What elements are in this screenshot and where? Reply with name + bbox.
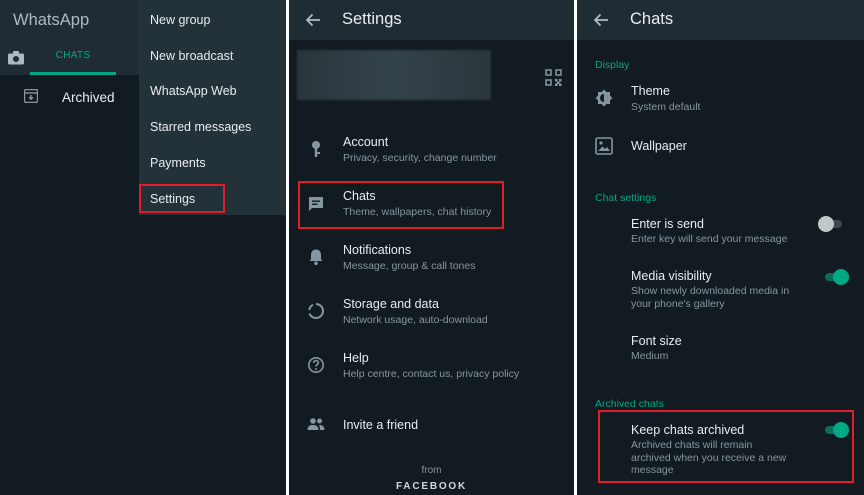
back-arrow-icon[interactable]	[303, 10, 323, 30]
footer-from: from	[421, 465, 442, 476]
back-arrow-icon[interactable]	[591, 10, 611, 30]
profile-card-blurred[interactable]	[297, 50, 491, 100]
enter-is-send-toggle[interactable]	[818, 216, 844, 232]
toggle-knob	[833, 269, 849, 285]
camera-icon[interactable]	[8, 51, 24, 65]
help-icon	[308, 357, 324, 373]
chats-settings-panel: Chats Display Theme System default Wallp…	[577, 0, 864, 495]
section-chat-settings: Chat settings	[595, 192, 657, 204]
settings-highlight-box	[139, 184, 225, 213]
settings-help-title[interactable]: Help	[343, 351, 369, 365]
overflow-menu: New group New broadcast WhatsApp Web Sta…	[139, 0, 286, 215]
wallpaper-title[interactable]: Wallpaper	[631, 139, 687, 153]
tab-active-indicator	[30, 72, 116, 75]
section-display: Display	[595, 59, 630, 71]
font-size-subtitle: Medium	[631, 350, 669, 362]
settings-notifications-title[interactable]: Notifications	[343, 243, 411, 257]
settings-account-title[interactable]: Account	[343, 135, 388, 149]
enter-is-send-title[interactable]: Enter is send	[631, 217, 704, 231]
menu-item-new-group[interactable]: New group	[150, 13, 210, 27]
media-visibility-title[interactable]: Media visibility	[631, 269, 712, 283]
bell-icon	[309, 249, 323, 265]
menu-item-starred-messages[interactable]: Starred messages	[150, 120, 251, 134]
menu-item-new-broadcast[interactable]: New broadcast	[150, 49, 233, 63]
media-visibility-subtitle: Show newly downloaded media in your phon…	[631, 285, 790, 310]
people-icon	[307, 418, 325, 430]
section-archived-chats: Archived chats	[595, 398, 664, 410]
wallpaper-icon	[595, 137, 613, 155]
enter-is-send-subtitle: Enter key will send your message	[631, 233, 788, 245]
app-title: WhatsApp	[13, 11, 90, 29]
menu-item-payments[interactable]: Payments	[150, 156, 206, 170]
theme-title[interactable]: Theme	[631, 84, 670, 98]
footer-brand: FACEBOOK	[395, 481, 468, 492]
settings-notifications-subtitle: Message, group & call tones	[343, 260, 476, 272]
font-size-title[interactable]: Font size	[631, 334, 682, 348]
settings-account-subtitle: Privacy, security, change number	[343, 152, 497, 164]
media-visibility-toggle[interactable]	[823, 269, 849, 285]
archive-icon	[24, 89, 38, 103]
page-title: Chats	[630, 10, 674, 28]
toggle-knob	[818, 216, 834, 232]
page-title: Settings	[342, 10, 402, 28]
key-icon	[312, 141, 320, 157]
whatsapp-home-panel: WhatsApp CHATS Archived New group New br…	[0, 0, 286, 495]
keep-archived-highlight-box	[598, 410, 854, 483]
settings-top-bar	[289, 0, 574, 40]
data-usage-icon	[308, 302, 325, 319]
settings-panel: Settings Account Privacy, security, chan…	[289, 0, 574, 495]
theme-subtitle: System default	[631, 101, 701, 113]
settings-storage-title[interactable]: Storage and data	[343, 297, 439, 311]
brightness-icon	[595, 89, 613, 107]
archived-row[interactable]: Archived	[62, 90, 115, 105]
settings-invite-title[interactable]: Invite a friend	[343, 418, 418, 432]
menu-item-whatsapp-web[interactable]: WhatsApp Web	[150, 84, 237, 98]
chats-top-bar	[577, 0, 864, 40]
chats-highlight-box	[298, 181, 504, 229]
settings-storage-subtitle: Network usage, auto-download	[343, 314, 488, 326]
settings-help-subtitle: Help centre, contact us, privacy policy	[343, 368, 520, 380]
qr-code-icon[interactable]	[545, 69, 562, 86]
